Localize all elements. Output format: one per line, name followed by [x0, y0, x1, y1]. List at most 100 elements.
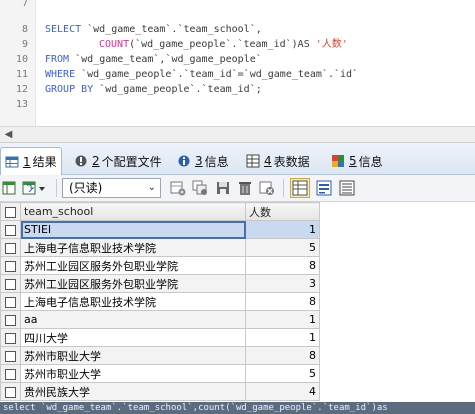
team-school-cell[interactable]: 上海电子信息职业技术学院: [20, 292, 246, 311]
count-cell[interactable]: 4: [245, 382, 320, 401]
scroll-left-icon[interactable]: ◀: [2, 128, 15, 142]
table-data-icon: [246, 154, 260, 168]
delete-icon[interactable]: [237, 180, 253, 196]
checkbox[interactable]: [5, 296, 16, 308]
table-row[interactable]: 苏州工业园区服务外包职业学院 8: [0, 256, 320, 275]
code-line-12: GROUP BY `wd_game_people`.`team_id`;: [45, 82, 262, 97]
line-number: 12: [15, 84, 28, 95]
sql-text: `wd_game_team`.`team_school`,: [81, 24, 262, 35]
select-all-cell[interactable]: [0, 202, 21, 221]
column-header-count[interactable]: 人数: [245, 202, 320, 221]
count-cell[interactable]: 5: [245, 238, 320, 257]
tab-info[interactable]: 3 信息: [173, 149, 233, 173]
grid-view-icon[interactable]: [290, 178, 310, 198]
result-tabs: 1 结果 2 个配置文件 3 信息 4 表数据 5 信息: [0, 143, 475, 175]
line-number: 9: [21, 39, 28, 50]
team-school-cell[interactable]: 苏州工业园区服务外包职业学院: [20, 256, 246, 275]
insert-row-icon[interactable]: [170, 180, 186, 196]
team-school-cell[interactable]: aa: [20, 310, 246, 329]
export-grid-icon[interactable]: [2, 180, 16, 196]
table-row[interactable]: aa 1: [0, 310, 320, 329]
count-cell[interactable]: 5: [245, 364, 320, 383]
checkbox[interactable]: [5, 368, 16, 380]
tab-profiles[interactable]: 2 个配置文件: [70, 149, 166, 173]
editor-horizontal-scrollbar[interactable]: ◀: [0, 126, 475, 143]
tab-table-data[interactable]: 4 表数据: [242, 149, 314, 173]
code-line-8: SELECT `wd_game_team`.`team_school`,: [45, 22, 262, 37]
count-cell[interactable]: 8: [245, 292, 320, 311]
read-only-select[interactable]: (只读) ⌄: [62, 178, 161, 198]
query-status-bar: select `wd_game_team`.`team_school`,coun…: [0, 402, 475, 414]
checkbox[interactable]: [5, 242, 16, 254]
sql-text: `wd_game_people`.`team_id`;: [93, 84, 262, 95]
table-result-icon: [5, 156, 19, 167]
toolbar-separator: [56, 179, 57, 197]
read-only-select-value: (只读): [69, 181, 103, 195]
count-cell[interactable]: 3: [245, 274, 320, 293]
save-icon[interactable]: [215, 180, 231, 196]
count-cell[interactable]: 1: [245, 328, 320, 347]
table-row[interactable]: 苏州市职业大学 8: [0, 346, 320, 365]
row-select-cell[interactable]: [0, 220, 21, 239]
count-cell[interactable]: 1: [245, 220, 320, 239]
result-table: team_school 人数 STIEI 1 上海电子信息职业技术学院 5 苏州…: [0, 202, 320, 401]
tab-result[interactable]: 1 结果: [0, 147, 62, 175]
line-number-gutter: 7 8 9 10 11 12 13: [0, 0, 36, 126]
table-row[interactable]: 上海电子信息职业技术学院 8: [0, 292, 320, 311]
row-select-cell[interactable]: [0, 382, 21, 401]
team-school-cell[interactable]: 贵州民族大学: [20, 382, 246, 401]
sql-function: COUNT: [99, 39, 130, 50]
row-select-cell[interactable]: [0, 310, 21, 329]
text-view-icon[interactable]: [339, 180, 355, 196]
result-grid: team_school 人数 STIEI 1 上海电子信息职业技术学院 5 苏州…: [0, 202, 475, 402]
team-school-cell[interactable]: 苏州工业园区服务外包职业学院: [20, 274, 246, 293]
row-select-cell[interactable]: [0, 292, 21, 311]
tab-number: 1: [23, 154, 31, 169]
count-cell[interactable]: 8: [245, 256, 320, 275]
row-select-cell[interactable]: [0, 346, 21, 365]
sql-text: `wd_game_team`,`wd_game_people`: [69, 54, 262, 65]
code-line-11: WHERE `wd_game_people`.`team_id`=`wd_gam…: [45, 67, 358, 82]
team-school-cell[interactable]: 苏州市职业大学: [20, 364, 246, 383]
checkbox[interactable]: [5, 314, 16, 326]
tab-info-2[interactable]: 5 信息: [327, 149, 387, 173]
duplicate-row-icon[interactable]: [192, 180, 208, 196]
tab-label: 信息: [358, 154, 383, 169]
table-row[interactable]: 苏州市职业大学 5: [0, 364, 320, 383]
row-select-cell[interactable]: [0, 256, 21, 275]
tab-number: 5: [349, 154, 357, 168]
table-row[interactable]: 上海电子信息职业技术学院 5: [0, 238, 320, 257]
checkbox[interactable]: [5, 224, 16, 236]
import-dropdown-icon[interactable]: [22, 180, 46, 196]
table-row[interactable]: 贵州民族大学 4: [0, 382, 320, 401]
sql-keyword: FROM: [45, 54, 70, 65]
team-school-cell[interactable]: 四川大学: [20, 328, 246, 347]
sql-keyword: WHERE: [45, 69, 76, 80]
sql-text: `wd_game_people`.`team_id`=`wd_game_team…: [75, 69, 359, 80]
row-select-cell[interactable]: [0, 364, 21, 383]
row-select-cell[interactable]: [0, 274, 21, 293]
column-header-team-school[interactable]: team_school: [20, 202, 246, 221]
team-school-cell[interactable]: 苏州市职业大学: [20, 346, 246, 365]
row-select-cell[interactable]: [0, 328, 21, 347]
checkbox[interactable]: [5, 332, 16, 344]
team-school-cell[interactable]: STIEI: [20, 220, 246, 239]
line-number: 10: [15, 54, 28, 65]
row-select-cell[interactable]: [0, 238, 21, 257]
form-view-icon[interactable]: [316, 180, 332, 196]
checkbox[interactable]: [5, 260, 16, 272]
checkbox[interactable]: [5, 386, 16, 398]
checkbox[interactable]: [5, 206, 16, 218]
info-colored-icon: [332, 155, 344, 167]
table-row[interactable]: 四川大学 1: [0, 328, 320, 347]
checkbox[interactable]: [5, 350, 16, 362]
count-cell[interactable]: 1: [245, 310, 320, 329]
sql-editor[interactable]: 7 8 9 10 11 12 13 SELECT `wd_game_team`.…: [0, 0, 475, 126]
count-cell[interactable]: 8: [245, 346, 320, 365]
table-row[interactable]: STIEI 1: [0, 220, 320, 239]
tab-number: 2: [92, 154, 100, 168]
team-school-cell[interactable]: 上海电子信息职业技术学院: [20, 238, 246, 257]
cancel-changes-icon[interactable]: [259, 180, 275, 196]
table-row[interactable]: 苏州工业园区服务外包职业学院 3: [0, 274, 320, 293]
checkbox[interactable]: [5, 278, 16, 290]
